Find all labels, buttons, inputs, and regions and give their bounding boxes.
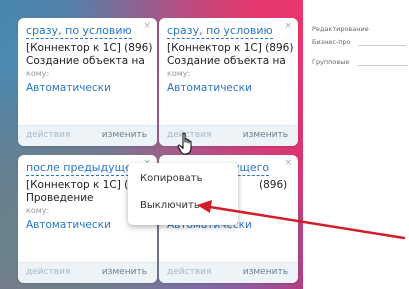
card-trigger-link[interactable]: сразу, по условию [167,24,273,39]
card-edit-link[interactable]: изменить [102,267,147,277]
card-actions-link[interactable]: действия [26,130,70,140]
hand-cursor-icon [177,132,192,155]
task-card: сразу, по условию × [Коннектор к 1С] (89… [18,18,157,146]
card-action: Создание объекта на [167,55,286,67]
card-connector: (896) [259,179,288,191]
card-edit-link[interactable]: изменить [243,130,288,140]
close-icon[interactable]: × [143,21,151,31]
card-actions-link[interactable]: действия [167,267,211,277]
side-divider [358,45,406,46]
menu-item-copy[interactable]: Копировать [140,173,202,184]
side-link-business[interactable]: Бизнес-про [312,38,351,46]
card-trigger-link[interactable]: сразу, по условию [26,24,132,39]
card-connector: [Коннектор к 1С] (896) [26,42,153,54]
card-footer: действия изменить [18,262,157,283]
side-link-group[interactable]: Групповые [312,58,349,66]
card-trigger-link[interactable]: после предыдущего [26,161,145,176]
card-recipient-value: Автоматически [26,219,111,231]
card-edit-link[interactable]: изменить [243,267,288,277]
card-recipient-label: кому: [167,69,191,78]
close-icon[interactable]: × [284,158,292,168]
card-actions-link[interactable]: действия [26,267,70,277]
card-footer: действия изменить [18,125,157,146]
card-connector: [Коннектор к 1С] (89 [26,179,142,191]
card-trigger-link[interactable]: ущего [233,161,270,176]
side-link-edit[interactable]: Редактирование [312,25,369,33]
side-divider [358,65,408,66]
card-recipient-label: кому: [26,69,50,78]
card-action: Создание объекта на [26,55,145,67]
card-recipient-value: Автоматически [26,82,111,94]
card-recipient-value: Автоматически [167,82,252,94]
annotation-arrow [197,200,406,240]
card-edit-link[interactable]: изменить [102,130,147,140]
card-recipient-label: кому: [26,206,50,215]
card-footer: действия изменить [159,262,298,283]
task-card: сразу, по условию × [Коннектор к 1С] (89… [159,18,298,146]
card-action: Проведение [26,192,94,204]
close-icon[interactable]: × [284,21,292,31]
card-connector: [Коннектор к 1С] (896) [167,42,294,54]
